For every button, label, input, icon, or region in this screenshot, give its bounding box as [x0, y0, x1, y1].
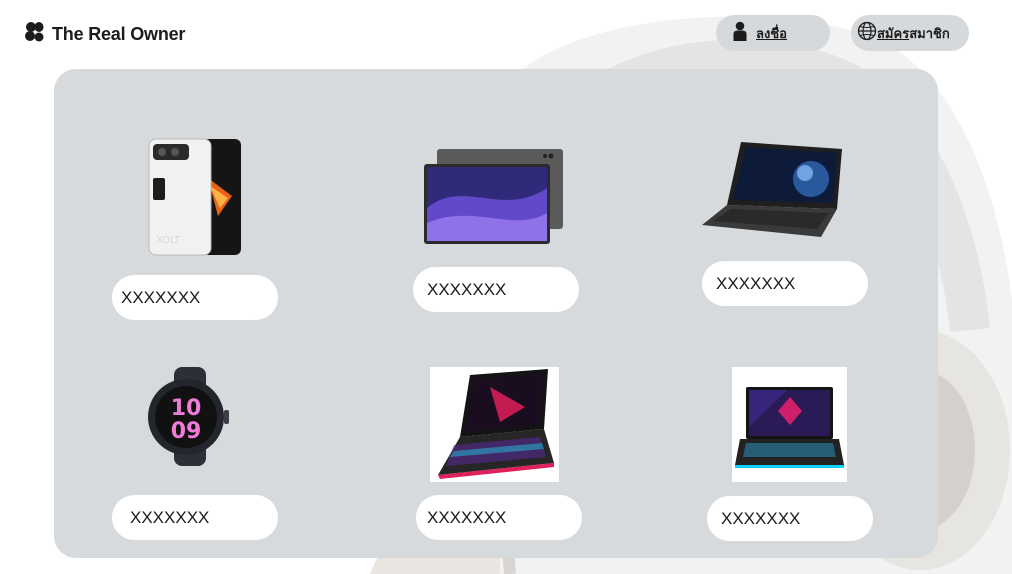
product-name[interactable]: XXXXXXX — [416, 495, 582, 540]
svg-text:XOLT: XOLT — [156, 235, 181, 246]
register-label-part1: สมัคร — [877, 25, 910, 41]
product-name[interactable]: XXXXXXX — [112, 275, 278, 320]
product-name[interactable]: XXXXXXX — [413, 267, 579, 312]
product-name[interactable]: XXXXXXX — [702, 261, 868, 306]
user-icon — [733, 21, 747, 46]
svg-text:10: 10 — [171, 396, 202, 421]
login-button[interactable]: ลงชื่อ — [716, 15, 830, 51]
globe-icon — [857, 21, 877, 46]
product-name[interactable]: XXXXXXX — [707, 496, 873, 541]
svg-text:09: 09 — [171, 419, 202, 444]
product-panel: XOLT XXXXXXX XXXXXXX XXXXXXX 10 09 XXXXX… — [54, 69, 938, 558]
smartwatch-image[interactable]: 10 09 — [146, 366, 232, 468]
product-name[interactable]: XXXXXXX — [112, 495, 278, 540]
register-button[interactable]: สมัคร สมาชิก — [851, 15, 969, 51]
brand-name: The Real Owner — [52, 24, 186, 44]
brand[interactable]: The Real Owner — [24, 21, 185, 48]
gaming-laptop-front-image[interactable] — [732, 367, 847, 482]
gaming-laptop-image[interactable] — [430, 367, 559, 482]
login-label: ลงชื่อ — [756, 25, 787, 41]
tablet-image[interactable] — [423, 148, 565, 246]
leaf-cluster-icon — [24, 21, 46, 48]
phone-image[interactable]: XOLT — [148, 138, 242, 256]
laptop-image[interactable] — [701, 141, 845, 239]
register-label-part2: สมาชิก — [909, 25, 950, 41]
